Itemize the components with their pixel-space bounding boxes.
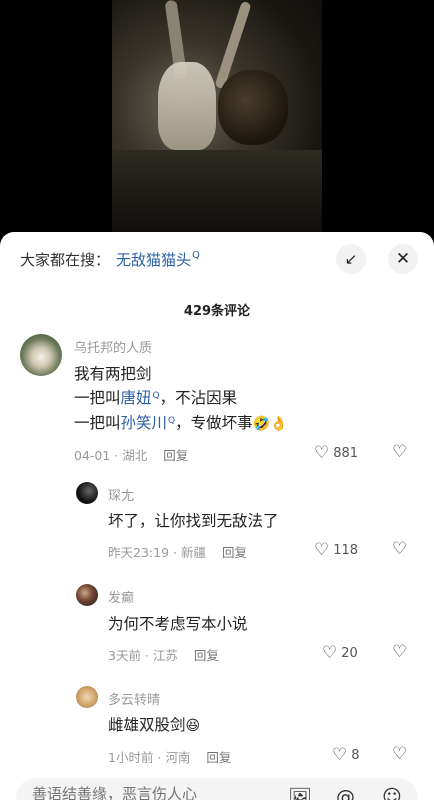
heart-icon: ♡ xyxy=(332,745,348,765)
like-button[interactable]: ♡ 881 xyxy=(314,443,358,463)
image-icon[interactable]: 🖼 xyxy=(288,786,312,800)
video-skull xyxy=(158,62,216,150)
video-player[interactable] xyxy=(0,0,434,238)
emoji-icon: 🤣👌 xyxy=(252,416,288,432)
search-q-icon: Q xyxy=(168,416,176,426)
avatar[interactable] xyxy=(20,334,62,376)
comment-text-segment: 一把叫 xyxy=(74,389,121,407)
comment-meta: 3天前 · 江苏 回复 xyxy=(108,645,219,664)
like-count: 20 xyxy=(341,645,358,661)
close-icon: ✕ xyxy=(395,249,411,269)
comment-sheet: 大家都在搜： 无敌猫猫头 Q ↙ ✕ 429条评论 乌托邦的人质 我有两把剑 一… xyxy=(0,232,434,800)
comment-date-location: 1小时前 · 河南 xyxy=(108,750,191,765)
comment-username[interactable]: 多云转晴 xyxy=(108,689,160,708)
like-button[interactable]: ♡ 118 xyxy=(314,540,358,560)
avatar[interactable] xyxy=(76,482,98,504)
dislike-icon[interactable]: ♡ xyxy=(392,642,407,662)
comment-username[interactable]: 琛尢 xyxy=(108,485,134,504)
comment-composer[interactable]: 🖼 @ ☺ xyxy=(16,778,418,800)
comment-text-segment: ，专做坏事 xyxy=(175,414,253,432)
heart-icon: ♡ xyxy=(314,540,330,560)
comment-text-segment: ，不沾因果 xyxy=(159,389,238,407)
comment-text-line: 我有两把剑 xyxy=(74,365,152,383)
reply-button[interactable]: 回复 xyxy=(222,545,247,560)
heart-icon: ♡ xyxy=(314,443,330,463)
comment-username[interactable]: 发癫 xyxy=(108,587,134,606)
at-icon[interactable]: @ xyxy=(336,786,355,800)
dislike-icon[interactable]: ♡ xyxy=(392,744,407,764)
search-prefix: 大家都在搜： xyxy=(20,250,111,269)
reply-button[interactable]: 回复 xyxy=(206,750,231,765)
video-vase xyxy=(218,70,288,145)
search-q-icon: Q xyxy=(192,249,200,261)
comment-text-line: 为何不考虑写本小说 xyxy=(108,615,248,633)
search-suggestion[interactable]: 大家都在搜： 无敌猫猫头 Q xyxy=(20,248,200,270)
comment-date-location: 04-01 · 湖北 xyxy=(74,448,148,463)
comment-text-line: 一把叫孙笑川Q，专做坏事🤣👌 xyxy=(74,412,288,437)
comment-meta: 1小时前 · 河南 回复 xyxy=(108,747,231,766)
expand-button[interactable]: ↙ xyxy=(336,244,366,274)
avatar[interactable] xyxy=(76,686,98,708)
mention-link[interactable]: 孙笑川 xyxy=(121,414,168,432)
dislike-icon[interactable]: ♡ xyxy=(392,442,407,462)
heart-icon: ♡ xyxy=(322,643,338,663)
like-count: 8 xyxy=(351,747,360,763)
like-count: 118 xyxy=(333,542,359,558)
comment-count: 429条评论 xyxy=(183,304,251,319)
reply-button[interactable]: 回复 xyxy=(163,448,188,463)
emoji-icon: 😆 xyxy=(185,718,201,734)
dislike-icon[interactable]: ♡ xyxy=(392,539,407,559)
avatar[interactable] xyxy=(76,584,98,606)
comment-username[interactable]: 乌托邦的人质 xyxy=(74,337,152,356)
comment-text-segment: 雌雄双股剑 xyxy=(108,716,186,734)
reply-button[interactable]: 回复 xyxy=(194,648,219,663)
search-term-link[interactable]: 无敌猫猫头 xyxy=(116,249,191,270)
like-button[interactable]: ♡ 20 xyxy=(322,643,358,663)
comment-text-line: 一把叫唐妞Q，不沾因果 xyxy=(74,387,237,412)
like-button[interactable]: ♡ 8 xyxy=(332,745,360,765)
comment-date-location: 3天前 · 江苏 xyxy=(108,648,178,663)
comment-date-location: 昨天23:19 · 新疆 xyxy=(108,545,206,560)
expand-icon: ↙ xyxy=(344,250,358,268)
like-count: 881 xyxy=(333,445,359,461)
comment-text-line: 坏了，让你找到无敌法了 xyxy=(108,512,279,530)
search-q-icon: Q xyxy=(152,391,160,401)
emoji-picker-icon[interactable]: ☺ xyxy=(382,786,402,800)
comment-input[interactable] xyxy=(30,784,274,800)
comment-meta: 昨天23:19 · 新疆 回复 xyxy=(108,542,247,561)
comment-text-line: 雌雄双股剑😆 xyxy=(108,714,200,737)
comment-text-segment: 一把叫 xyxy=(74,414,121,432)
comment-meta: 04-01 · 湖北 回复 xyxy=(74,445,188,464)
video-table xyxy=(112,150,322,238)
mention-link[interactable]: 唐妞 xyxy=(121,389,152,407)
close-button[interactable]: ✕ xyxy=(388,244,418,274)
